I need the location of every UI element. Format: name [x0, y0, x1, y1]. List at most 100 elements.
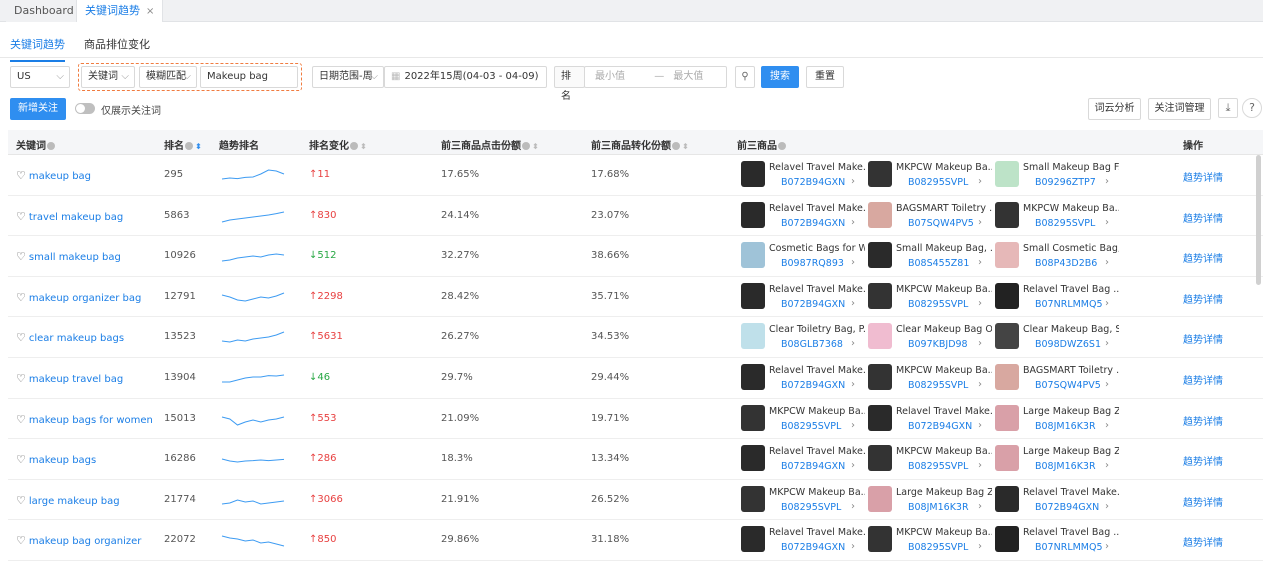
chevron-right-icon[interactable]: ›	[851, 257, 855, 268]
col-rank-change[interactable]: 排名变化 ⬍	[309, 137, 367, 152]
keyword-input[interactable]: Makeup bag	[200, 66, 298, 88]
trend-detail-link[interactable]: 趋势详情	[1183, 210, 1223, 225]
product-card[interactable]: Small Cosmetic Bag,... B08P43D2B6 ›	[995, 240, 1119, 272]
product-asin-link[interactable]: B072B94GXN	[908, 421, 972, 432]
chevron-right-icon[interactable]: ›	[978, 257, 982, 268]
trend-detail-link[interactable]: 趋势详情	[1183, 453, 1223, 468]
keyword-link[interactable]: makeup bags for women	[29, 415, 153, 426]
product-card[interactable]: Large Makeup Bag Z... B08JM16K3R ›	[995, 443, 1119, 475]
chevron-right-icon[interactable]: ›	[851, 541, 855, 552]
keyword-cell[interactable]: ♡ small makeup bag	[16, 250, 121, 263]
field-select[interactable]: 关键词 ⌵	[81, 66, 135, 88]
chevron-right-icon[interactable]: ›	[1105, 338, 1109, 349]
product-card[interactable]: Relavel Travel Bag ... B07NRLMMQ5 ›	[995, 524, 1119, 556]
heart-icon[interactable]: ♡	[16, 413, 26, 426]
chevron-right-icon[interactable]: ›	[978, 298, 982, 309]
product-card[interactable]: Clear Toiletry Bag, P... B08GLB7368 ›	[741, 321, 865, 353]
date-picker[interactable]: ▦ 2022年15周(04-03 - 04-09)	[384, 66, 547, 88]
chevron-right-icon[interactable]: ›	[851, 176, 855, 187]
chevron-right-icon[interactable]: ›	[978, 541, 982, 552]
heart-icon[interactable]: ♡	[16, 534, 26, 547]
trend-detail-link[interactable]: 趋势详情	[1183, 534, 1223, 549]
keyword-cell[interactable]: ♡ makeup bag organizer	[16, 534, 141, 547]
keyword-link[interactable]: clear makeup bags	[29, 333, 124, 344]
chevron-right-icon[interactable]: ›	[978, 217, 982, 228]
product-asin-link[interactable]: B072B94GXN	[1035, 502, 1099, 513]
trend-detail-link[interactable]: 趋势详情	[1183, 494, 1223, 509]
product-card[interactable]: MKPCW Makeup Ba... B08295SVPL ›	[868, 524, 992, 556]
trend-detail-link[interactable]: 趋势详情	[1183, 250, 1223, 265]
download-icon[interactable]: ⤓	[1218, 98, 1238, 118]
product-asin-link[interactable]: B08295SVPL	[908, 177, 968, 188]
product-asin-link[interactable]: B072B94GXN	[781, 299, 845, 310]
chevron-right-icon[interactable]: ›	[1105, 176, 1109, 187]
product-asin-link[interactable]: B072B94GXN	[781, 380, 845, 391]
product-card[interactable]: Relavel Travel Make... B072B94GXN ›	[741, 281, 865, 313]
product-card[interactable]: MKPCW Makeup Ba... B08295SVPL ›	[868, 159, 992, 191]
chevron-right-icon[interactable]: ›	[1105, 257, 1109, 268]
marketplace-select[interactable]: US ⌵	[10, 66, 70, 88]
chevron-right-icon[interactable]: ›	[978, 420, 982, 431]
chevron-right-icon[interactable]: ›	[978, 379, 982, 390]
chevron-right-icon[interactable]: ›	[1105, 501, 1109, 512]
chevron-right-icon[interactable]: ›	[1105, 217, 1109, 228]
sort-icon[interactable]: ⬍	[682, 142, 689, 151]
product-card[interactable]: Relavel Travel Make... B072B94GXN ›	[741, 443, 865, 475]
help-icon[interactable]: ?	[1242, 98, 1262, 118]
sort-icon[interactable]: ⬍	[195, 142, 202, 151]
filter-icon[interactable]: ⚲	[735, 66, 755, 88]
heart-icon[interactable]: ♡	[16, 372, 26, 385]
product-asin-link[interactable]: B08295SVPL	[908, 380, 968, 391]
sort-icon[interactable]: ⬍	[532, 142, 539, 151]
keyword-cell[interactable]: ♡ makeup bags	[16, 453, 96, 466]
match-select[interactable]: 模糊匹配 ⌵	[139, 66, 197, 88]
heart-icon[interactable]: ♡	[16, 250, 26, 263]
product-asin-link[interactable]: B07SQW4PV5	[1035, 380, 1101, 391]
heart-icon[interactable]: ♡	[16, 331, 26, 344]
subtab-product-rank-change[interactable]: 商品排位变化	[84, 36, 150, 60]
chevron-right-icon[interactable]: ›	[851, 338, 855, 349]
product-card[interactable]: MKPCW Makeup Ba... B08295SVPL ›	[868, 362, 992, 394]
chevron-right-icon[interactable]: ›	[978, 460, 982, 471]
product-asin-link[interactable]: B08S455Z81	[908, 258, 969, 269]
product-card[interactable]: MKPCW Makeup Ba... B08295SVPL ›	[741, 484, 865, 516]
chevron-right-icon[interactable]: ›	[1105, 541, 1109, 552]
chevron-right-icon[interactable]: ›	[851, 217, 855, 228]
product-asin-link[interactable]: B097KBJD98	[908, 339, 968, 350]
trend-detail-link[interactable]: 趋势详情	[1183, 413, 1223, 428]
product-card[interactable]: Relavel Travel Make... B072B94GXN ›	[995, 484, 1119, 516]
product-asin-link[interactable]: B08JM16K3R	[1035, 461, 1096, 472]
keyword-cell[interactable]: ♡ large makeup bag	[16, 494, 120, 507]
chevron-right-icon[interactable]: ›	[851, 501, 855, 512]
product-card[interactable]: Small Makeup Bag F... B09296ZTP7 ›	[995, 159, 1119, 191]
product-card[interactable]: Relavel Travel Make... B072B94GXN ›	[741, 159, 865, 191]
sort-icon[interactable]: ⬍	[360, 142, 367, 151]
product-asin-link[interactable]: B07SQW4PV5	[908, 218, 974, 229]
product-card[interactable]: Cosmetic Bags for W... B0987RQ893 ›	[741, 240, 865, 272]
chevron-right-icon[interactable]: ›	[851, 420, 855, 431]
close-icon[interactable]: ×	[146, 6, 154, 17]
heart-icon[interactable]: ♡	[16, 291, 26, 304]
keyword-link[interactable]: small makeup bag	[29, 252, 121, 263]
heart-icon[interactable]: ♡	[16, 494, 26, 507]
product-card[interactable]: Relavel Travel Make... B072B94GXN ›	[741, 524, 865, 556]
reset-button[interactable]: 重置	[806, 66, 844, 88]
product-asin-link[interactable]: B072B94GXN	[781, 177, 845, 188]
product-card[interactable]: Relavel Travel Make... B072B94GXN ›	[868, 403, 992, 435]
product-asin-link[interactable]: B08P43D2B6	[1035, 258, 1097, 269]
search-button[interactable]: 搜索	[761, 66, 799, 88]
keyword-link[interactable]: makeup bag	[29, 171, 91, 182]
product-card[interactable]: Relavel Travel Bag ... B07NRLMMQ5 ›	[995, 281, 1119, 313]
product-asin-link[interactable]: B08295SVPL	[908, 461, 968, 472]
heart-icon[interactable]: ♡	[16, 169, 26, 182]
product-card[interactable]: Small Makeup Bag, ... B08S455Z81 ›	[868, 240, 992, 272]
product-asin-link[interactable]: B072B94GXN	[781, 461, 845, 472]
chevron-right-icon[interactable]: ›	[851, 379, 855, 390]
product-card[interactable]: BAGSMART Toiletry ... B07SQW4PV5 ›	[868, 200, 992, 232]
product-card[interactable]: Clear Makeup Bag O... B097KBJD98 ›	[868, 321, 992, 353]
product-asin-link[interactable]: B07NRLMMQ5	[1035, 299, 1103, 310]
chevron-right-icon[interactable]: ›	[1105, 460, 1109, 471]
rank-range-input[interactable]: 最小值 — 最大值	[584, 66, 727, 88]
keyword-link[interactable]: makeup travel bag	[29, 374, 123, 385]
product-asin-link[interactable]: B08295SVPL	[908, 542, 968, 553]
